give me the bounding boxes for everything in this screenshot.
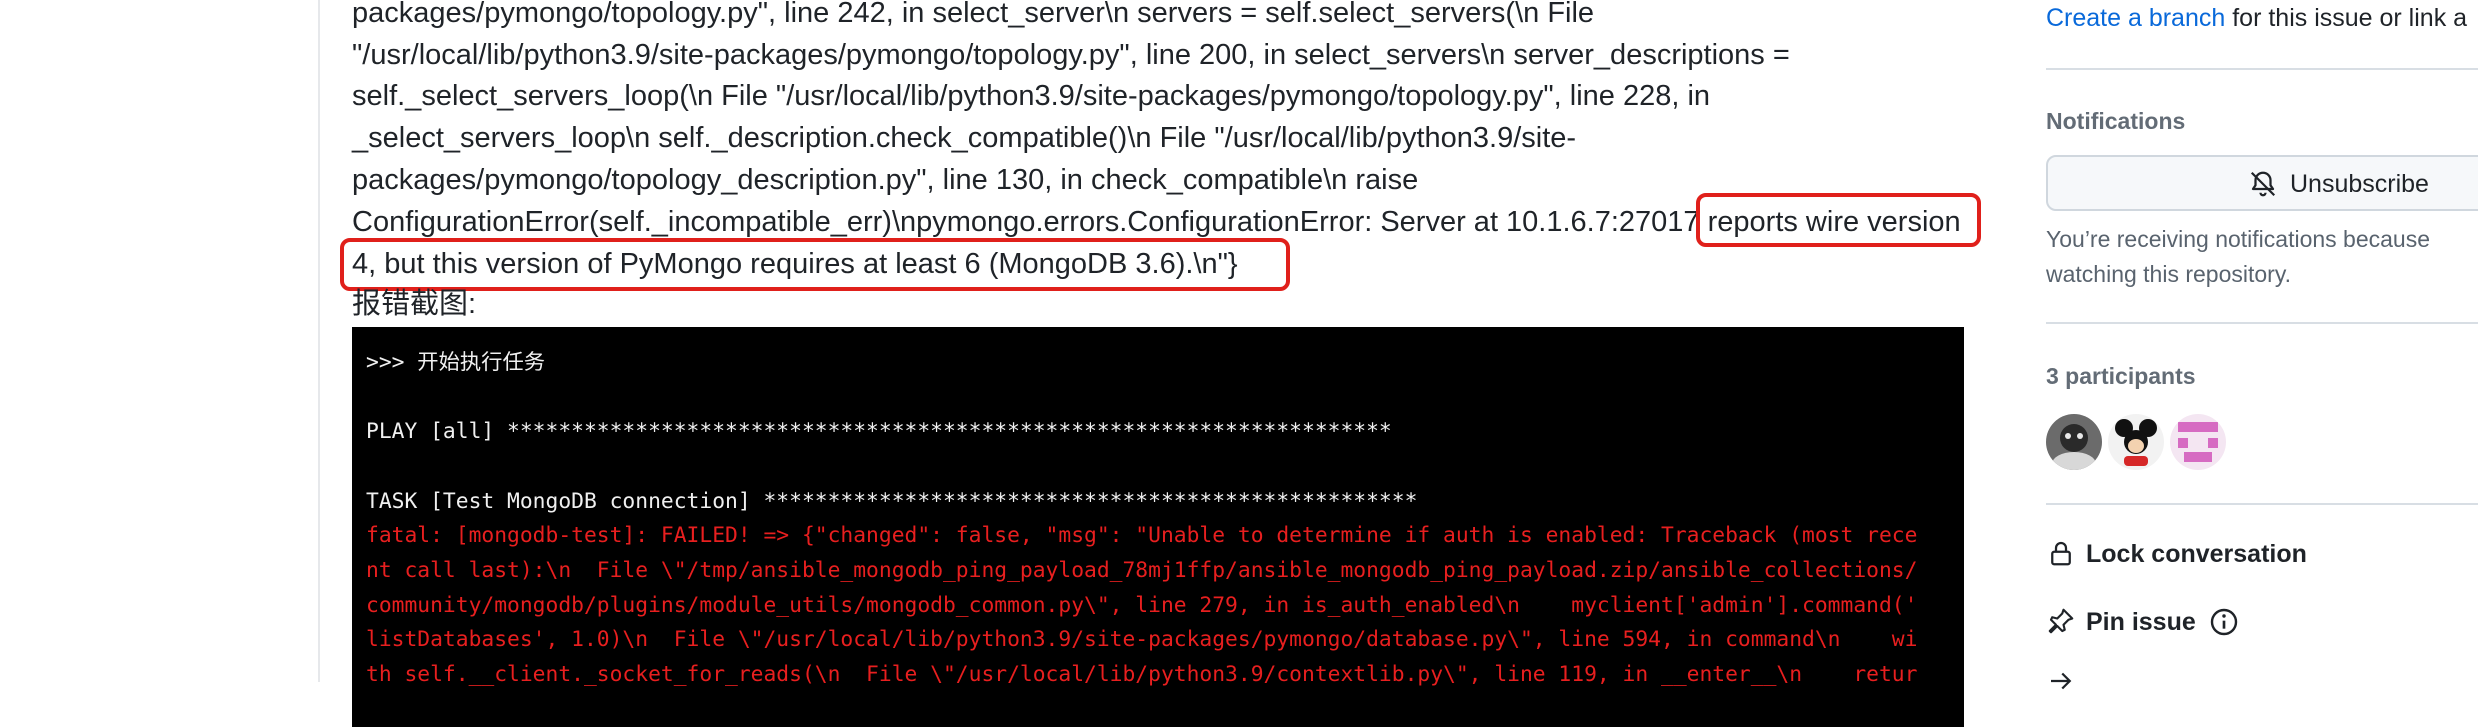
error-line: _select_servers_loop\n self._description…: [352, 122, 1577, 154]
terminal-line: th self.__client._socket_for_reads(\n Fi…: [366, 662, 1918, 687]
avatar-image: [2046, 414, 2102, 470]
terminal-line: TASK [Test MongoDB connection] *********…: [366, 489, 1418, 514]
unsubscribe-label: Unsubscribe: [2290, 170, 2429, 198]
notice-line: watching this repository.: [2046, 261, 2292, 287]
terminal-screenshot: >>> 开始执行任务 PLAY [all] ******************…: [352, 327, 1964, 727]
pin-issue-label: Pin issue: [2086, 608, 2196, 636]
participants-heading: 3 participants: [2046, 363, 2196, 389]
arrow-right-icon: [2051, 672, 2072, 690]
error-line: "/usr/local/lib/python3.9/site-packages/…: [352, 39, 1790, 71]
error-line: packages/pymongo/topology.py", line 242,…: [352, 0, 1595, 29]
screenshot-caption: 报错截图:: [352, 288, 477, 320]
lock-icon: [2051, 541, 2071, 566]
sidebar-divider: [2046, 68, 2478, 70]
terminal-line: >>> 开始执行任务: [366, 350, 546, 375]
terminal-line: PLAY [all] *****************************…: [366, 419, 1392, 444]
unsubscribe-button[interactable]: Unsubscribe: [2046, 155, 2478, 211]
terminal-line: listDatabases', 1.0)\n File \"/usr/local…: [366, 627, 1918, 652]
create-branch-suffix: for this issue or link a: [2225, 4, 2468, 32]
participant-avatar[interactable]: [2108, 414, 2164, 470]
sidebar-divider: [2046, 322, 2478, 324]
main-column-border: [318, 0, 320, 682]
lock-conversation-label: Lock conversation: [2086, 540, 2307, 568]
error-line: packages/pymongo/topology_description.py…: [352, 164, 1419, 196]
notifications-heading: Notifications: [2046, 108, 2186, 134]
sidebar-divider: [2046, 503, 2478, 505]
issue-sidebar: Create a branch for this issue or link a…: [2046, 0, 2478, 690]
terminal-line: nt call last):\n File \"/tmp/ansible_mon…: [366, 558, 1918, 583]
notifications-notice: You’re receiving notifications because w…: [2046, 222, 2430, 292]
notice-line: You’re receiving notifications because: [2046, 226, 2431, 252]
participant-avatar[interactable]: [2170, 414, 2226, 470]
avatar-image: [2108, 414, 2164, 470]
bell-slash-icon: [2250, 171, 2276, 197]
participant-avatar[interactable]: [2046, 414, 2102, 470]
highlight-box-wire-version: [1696, 193, 1981, 247]
terminal-line: community/mongodb/plugins/module_utils/m…: [366, 593, 1918, 618]
avatar-image: [2170, 414, 2226, 470]
create-branch-link[interactable]: Create a branch: [2046, 4, 2225, 32]
error-line: self._select_servers_loop(\n File "/usr/…: [352, 80, 1711, 112]
pin-icon: [2048, 608, 2074, 634]
info-icon[interactable]: [2208, 606, 2240, 638]
development-section: Create a branch for this issue or link a: [2046, 4, 2467, 33]
terminal-line: fatal: [mongodb-test]: FAILED! => {"chan…: [366, 523, 1918, 548]
highlight-box-pymongo-requirement: [340, 238, 1290, 291]
